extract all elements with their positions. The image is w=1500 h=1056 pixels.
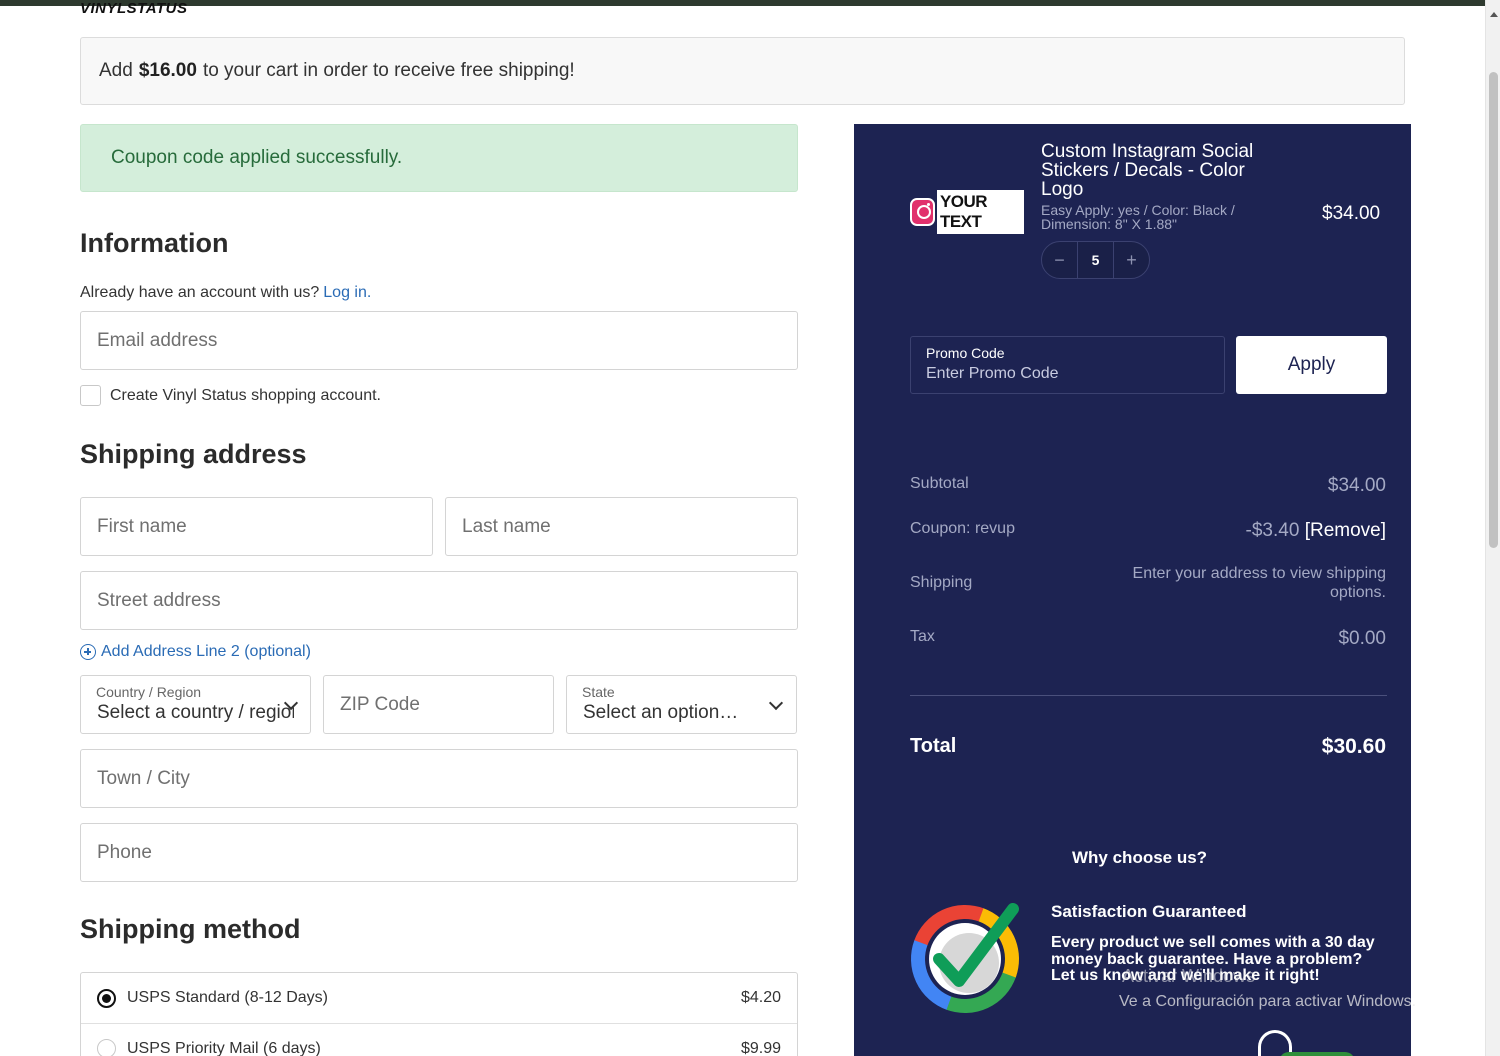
create-account-option[interactable]: Create Vinyl Status shopping account. <box>80 385 381 406</box>
quantity-value[interactable]: 5 <box>1077 242 1114 278</box>
add-address-line-2-label: Add Address Line 2 (optional) <box>101 643 311 660</box>
shipping-option-usps-priority[interactable]: USPS Priority Mail (6 days) $9.99 <box>81 1023 797 1056</box>
shipping-option-price: $9.99 <box>740 1039 781 1056</box>
coupon-value: -$3.40 <box>1245 520 1300 541</box>
zip-code-field[interactable] <box>323 675 554 734</box>
shipping-method-heading: Shipping method <box>80 914 301 944</box>
free-shipping-prefix: Add <box>99 60 133 81</box>
product-price: $34.00 <box>1322 203 1381 224</box>
shipping-option-label: USPS Priority Mail (6 days) <box>127 1039 321 1056</box>
tax-row: Tax $0.00 <box>910 628 1386 649</box>
state-value: Select an option… <box>583 702 739 723</box>
email-input[interactable] <box>81 312 797 369</box>
site-logo[interactable]: VINYLSTATUS <box>80 0 187 18</box>
coupon-row: Coupon: revup -$3.40 [Remove] <box>910 520 1386 541</box>
first-name-field[interactable] <box>80 497 433 556</box>
subtotal-value: $34.00 <box>1327 475 1386 496</box>
shipping-row: Shipping Enter your address to view ship… <box>910 565 1386 601</box>
email-field[interactable] <box>80 311 798 370</box>
decrease-quantity-button[interactable]: − <box>1042 250 1077 271</box>
city-field[interactable] <box>80 749 798 808</box>
browser-top-bar <box>0 0 1485 6</box>
chevron-down-icon <box>768 695 784 711</box>
watermark-line-2: Ve a Configuración para activar Windows. <box>1119 993 1417 1010</box>
last-name-input[interactable] <box>446 498 797 555</box>
create-account-checkbox[interactable] <box>80 385 101 406</box>
product-title: Custom Instagram Social Stickers / Decal… <box>1041 141 1254 200</box>
account-prompt: Already have an account with us? Log in. <box>80 284 371 302</box>
account-prompt-text: Already have an account with us? <box>80 284 320 301</box>
windows-activation-watermark: Activar Windows Ve a Configuración para … <box>1119 966 1417 1011</box>
free-shipping-banner: Add $16.00 to your cart in order to rece… <box>80 37 1405 105</box>
shipping-option-price: $4.20 <box>740 989 781 1006</box>
product-options: Easy Apply: yes / Color: Black / Dimensi… <box>1041 202 1235 232</box>
total-label: Total <box>910 735 957 757</box>
subtotal-label: Subtotal <box>910 475 969 492</box>
promo-code-field[interactable]: Promo Code <box>910 336 1225 394</box>
free-shipping-suffix: to your cart in order to receive free sh… <box>202 60 575 81</box>
shipping-method-list: USPS Standard (8-12 Days) $4.20 USPS Pri… <box>80 972 798 1056</box>
promo-code-input[interactable] <box>926 365 1206 383</box>
secure-badge <box>1279 1052 1355 1056</box>
total-row: Total $30.60 <box>910 735 1386 758</box>
phone-input[interactable] <box>81 824 797 881</box>
first-name-input[interactable] <box>81 498 432 555</box>
shipping-option-usps-standard[interactable]: USPS Standard (8-12 Days) $4.20 <box>81 973 797 1023</box>
zip-code-input[interactable] <box>324 676 553 733</box>
quantity-stepper: − 5 + <box>1041 241 1150 279</box>
last-name-field[interactable] <box>445 497 798 556</box>
order-summary: YOUR TEXT Custom Instagram Social Sticke… <box>854 124 1411 1056</box>
city-input[interactable] <box>81 750 797 807</box>
country-value: Select a country / region <box>97 702 294 723</box>
guarantee-title: Satisfaction Guaranteed <box>1051 902 1247 921</box>
scrollbar-thumb[interactable] <box>1489 72 1498 548</box>
remove-coupon-link[interactable]: [Remove] <box>1305 520 1386 541</box>
total-value: $30.60 <box>1321 735 1386 758</box>
shipping-address-heading: Shipping address <box>80 439 307 469</box>
information-heading: Information <box>80 228 229 258</box>
subtotal-row: Subtotal $34.00 <box>910 475 1386 496</box>
radio-unselected[interactable] <box>97 1039 116 1056</box>
state-label: State <box>582 684 615 700</box>
add-address-line-2-link[interactable]: Add Address Line 2 (optional) <box>80 643 311 661</box>
street-address-input[interactable] <box>81 572 797 629</box>
plus-circle-icon <box>80 644 96 660</box>
instagram-icon <box>910 198 935 226</box>
apply-promo-button[interactable]: Apply <box>1236 336 1387 394</box>
free-shipping-amount: $16.00 <box>138 60 197 81</box>
why-choose-us-heading: Why choose us? <box>1072 848 1208 867</box>
product-thumbnail-text: YOUR TEXT <box>936 190 1024 234</box>
shipping-label: Shipping <box>910 574 973 591</box>
country-label: Country / Region <box>96 684 202 700</box>
tax-label: Tax <box>910 628 935 645</box>
country-select[interactable]: Country / Region Select a country / regi… <box>80 675 311 734</box>
coupon-amount-group: -$3.40 [Remove] <box>1246 520 1386 542</box>
product-thumbnail: YOUR TEXT <box>910 190 1024 234</box>
watermark-line-1: Activar Windows <box>1122 966 1256 986</box>
street-address-field[interactable] <box>80 571 798 630</box>
shipping-value: Enter your address to view shipping opti… <box>1132 565 1386 601</box>
create-account-label: Create Vinyl Status shopping account. <box>110 386 381 404</box>
coupon-success-notice: Coupon code applied successfully. <box>80 124 798 192</box>
phone-field[interactable] <box>80 823 798 882</box>
satisfaction-check-icon <box>911 903 1020 1014</box>
promo-code-label: Promo Code <box>926 345 1005 361</box>
page-scrollbar[interactable] <box>1485 0 1500 1056</box>
coupon-label: Coupon: revup <box>910 520 1015 537</box>
shipping-option-label: USPS Standard (8-12 Days) <box>127 989 328 1006</box>
radio-selected[interactable] <box>97 988 116 1008</box>
login-link[interactable]: Log in. <box>323 284 371 301</box>
summary-divider <box>910 695 1387 696</box>
tax-value: $0.00 <box>1338 628 1386 649</box>
state-select[interactable]: State Select an option… <box>566 675 797 734</box>
scroll-up-icon[interactable] <box>1490 12 1498 17</box>
increase-quantity-button[interactable]: + <box>1114 250 1149 271</box>
